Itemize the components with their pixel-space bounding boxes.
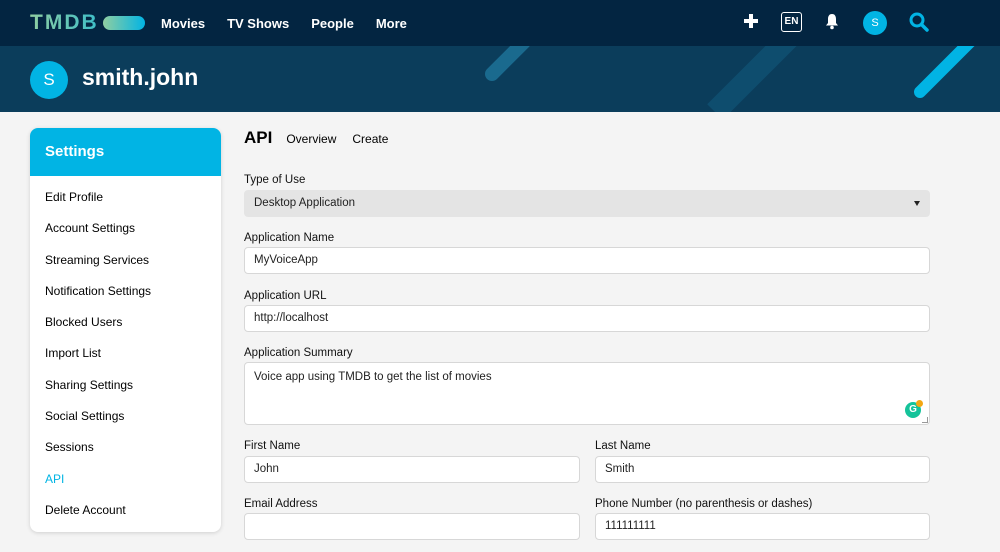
tmdb-logo[interactable]: TMDB bbox=[30, 11, 145, 35]
sidebar-item-sessions[interactable]: Sessions bbox=[30, 432, 221, 463]
sidebar-item-api[interactable]: API bbox=[30, 464, 221, 495]
sidebar-item-import-list[interactable]: Import List bbox=[30, 338, 221, 369]
sidebar-title: Settings bbox=[30, 128, 221, 176]
logo-pill bbox=[102, 16, 145, 30]
app-url-label: Application URL bbox=[244, 290, 327, 302]
api-tabs: API Overview Create bbox=[244, 128, 404, 152]
language-button[interactable]: EN bbox=[781, 12, 802, 32]
email-label: Email Address bbox=[244, 498, 318, 510]
sidebar-item-sharing-settings[interactable]: Sharing Settings bbox=[30, 370, 221, 401]
tab-overview[interactable]: Overview bbox=[286, 132, 336, 146]
phone-input[interactable]: 111111111 bbox=[595, 513, 930, 540]
caret-down-icon bbox=[914, 201, 920, 206]
first-name-input[interactable]: John bbox=[244, 456, 580, 483]
profile-header: S smith.john bbox=[0, 46, 1000, 112]
settings-sidebar: Settings Edit Profile Account Settings S… bbox=[30, 128, 221, 532]
nav-links: Movies TV Shows People More bbox=[161, 0, 429, 46]
resize-handle[interactable] bbox=[922, 417, 928, 423]
type-of-use-label: Type of Use bbox=[244, 174, 306, 186]
last-name-label: Last Name bbox=[595, 440, 651, 452]
last-name-input[interactable]: Smith bbox=[595, 456, 930, 483]
app-summary-textarea[interactable]: Voice app using TMDB to get the list of … bbox=[244, 362, 930, 425]
tab-create[interactable]: Create bbox=[352, 132, 388, 146]
nav-link-more[interactable]: More bbox=[376, 16, 407, 31]
sidebar-item-blocked-users[interactable]: Blocked Users bbox=[30, 307, 221, 338]
logo-text: TMDB bbox=[30, 11, 99, 34]
nav-link-tv-shows[interactable]: TV Shows bbox=[227, 16, 289, 31]
phone-label: Phone Number (no parenthesis or dashes) bbox=[595, 498, 813, 510]
sidebar-item-notification-settings[interactable]: Notification Settings bbox=[30, 276, 221, 307]
page-title: API bbox=[244, 128, 273, 147]
plus-icon[interactable] bbox=[744, 14, 758, 28]
sidebar-item-delete-account[interactable]: Delete Account bbox=[30, 495, 221, 526]
type-of-use-select[interactable]: Desktop Application bbox=[244, 190, 930, 217]
first-name-label: First Name bbox=[244, 440, 301, 452]
profile-avatar[interactable]: S bbox=[30, 61, 68, 99]
app-summary-value: Voice app using TMDB to get the list of … bbox=[254, 371, 492, 383]
app-name-input[interactable]: MyVoiceApp bbox=[244, 247, 930, 274]
profile-username[interactable]: smith.john bbox=[82, 64, 198, 91]
grammarly-badge bbox=[916, 400, 923, 407]
top-navbar: TMDB Movies TV Shows People More EN S bbox=[0, 0, 1000, 46]
search-icon[interactable] bbox=[909, 12, 929, 32]
nav-link-people[interactable]: People bbox=[311, 16, 354, 31]
sidebar-item-streaming-services[interactable]: Streaming Services bbox=[30, 245, 221, 276]
nav-link-movies[interactable]: Movies bbox=[161, 16, 205, 31]
app-name-label: Application Name bbox=[244, 232, 335, 244]
sidebar-item-edit-profile[interactable]: Edit Profile bbox=[30, 182, 221, 213]
type-of-use-value: Desktop Application bbox=[254, 197, 356, 209]
bell-icon[interactable] bbox=[825, 13, 839, 30]
sidebar-list: Edit Profile Account Settings Streaming … bbox=[30, 176, 221, 526]
sidebar-item-account-settings[interactable]: Account Settings bbox=[30, 213, 221, 244]
email-input[interactable] bbox=[244, 513, 580, 540]
user-avatar-button[interactable]: S bbox=[863, 11, 887, 35]
app-url-input[interactable]: http://localhost bbox=[244, 305, 930, 332]
sidebar-item-social-settings[interactable]: Social Settings bbox=[30, 401, 221, 432]
app-summary-label: Application Summary bbox=[244, 347, 353, 359]
